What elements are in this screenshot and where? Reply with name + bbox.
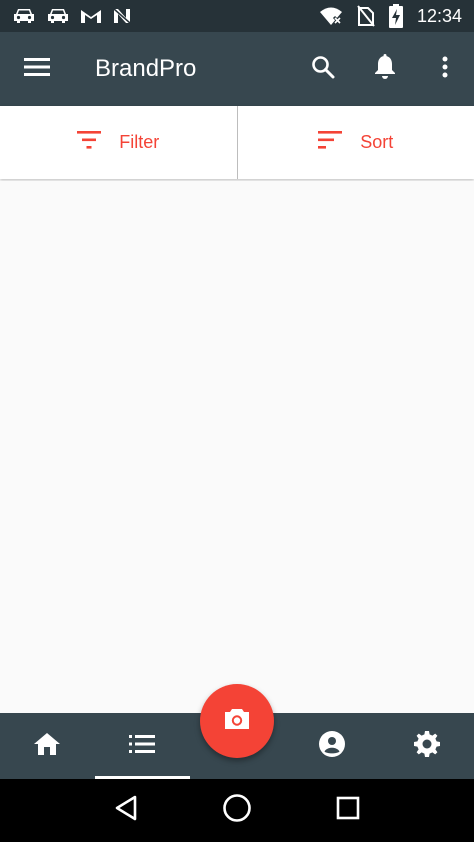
menu-icon	[24, 57, 50, 82]
camera-icon	[223, 707, 251, 736]
list-icon	[129, 734, 156, 758]
sort-button[interactable]: Sort	[238, 106, 474, 179]
account-icon	[318, 730, 345, 762]
system-back-button[interactable]	[96, 781, 156, 841]
sort-icon	[318, 131, 343, 154]
nav-home[interactable]	[0, 713, 95, 779]
camera-fab[interactable]	[200, 684, 274, 758]
page-title: BrandPro	[95, 55, 197, 82]
filter-button[interactable]: Filter	[0, 106, 237, 179]
system-home-button[interactable]	[207, 781, 267, 841]
nav-list[interactable]	[94, 713, 190, 779]
filter-icon	[77, 131, 102, 154]
bell-icon	[373, 53, 397, 85]
gmail-icon	[80, 8, 102, 24]
status-system: 12:34	[319, 4, 462, 28]
car-icon	[46, 7, 70, 25]
filter-sort-bar: Filter Sort	[0, 106, 474, 179]
system-recents-button[interactable]	[318, 781, 378, 841]
search-icon	[311, 55, 335, 84]
app-bar: BrandPro	[0, 32, 474, 106]
settings-icon	[413, 730, 440, 762]
recents-icon	[336, 796, 360, 825]
wifi-icon	[319, 6, 343, 26]
status-time: 12:34	[416, 5, 462, 26]
sort-label: Sort	[360, 132, 394, 152]
no-sim-icon	[357, 5, 375, 27]
n-icon	[112, 7, 132, 25]
status-notifications	[12, 7, 132, 25]
nav-settings[interactable]	[379, 713, 474, 779]
notifications-button[interactable]	[354, 32, 416, 106]
car-icon	[12, 7, 36, 25]
menu-button[interactable]	[0, 32, 74, 106]
more-vert-icon	[442, 56, 448, 83]
battery-charging-icon	[388, 4, 403, 28]
more-options-button[interactable]	[416, 32, 474, 106]
content-list[interactable]	[0, 181, 474, 713]
nav-account[interactable]	[284, 713, 379, 779]
status-bar: 12:34	[0, 0, 474, 32]
home-icon	[34, 732, 61, 760]
back-icon	[114, 795, 138, 826]
system-navigation	[0, 779, 474, 842]
filter-label: Filter	[119, 132, 160, 152]
home-circle-icon	[222, 793, 252, 828]
search-button[interactable]	[292, 32, 354, 106]
